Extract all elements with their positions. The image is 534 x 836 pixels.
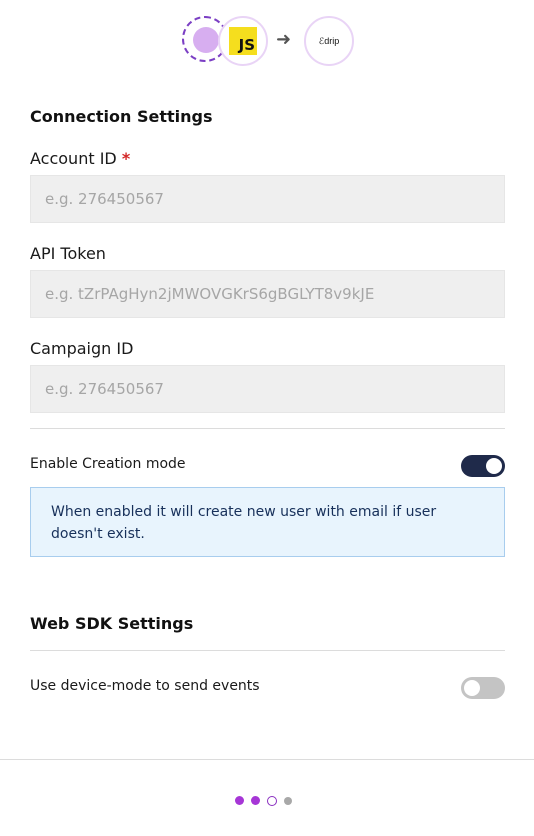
footer-divider xyxy=(0,759,534,760)
campaign-id-label: Campaign ID xyxy=(30,339,134,358)
step-indicator-3 xyxy=(267,796,277,806)
creation-mode-label: Enable Creation mode xyxy=(30,456,186,472)
creation-mode-toggle[interactable] xyxy=(461,455,505,477)
drip-logo-icon: ℰdrip xyxy=(304,16,354,66)
api-token-input[interactable] xyxy=(30,270,505,318)
info-text: When enabled it will create new user wit… xyxy=(51,504,437,542)
step-indicator-1 xyxy=(235,796,244,805)
connection-settings-title: Connection Settings xyxy=(30,107,213,126)
account-id-label: Account ID * xyxy=(30,149,130,168)
arrow-right-icon: ➜ xyxy=(276,29,292,50)
step-indicator-4 xyxy=(284,797,292,805)
step-indicator-2 xyxy=(251,796,260,805)
device-mode-toggle[interactable] xyxy=(461,677,505,699)
campaign-id-input[interactable] xyxy=(30,365,505,413)
account-id-label-text: Account ID xyxy=(30,149,117,168)
source-placeholder-dot xyxy=(193,27,219,53)
toggle-knob xyxy=(486,458,502,474)
required-marker: * xyxy=(121,149,131,168)
device-mode-label: Use device-mode to send events xyxy=(30,678,260,694)
account-id-input[interactable] xyxy=(30,175,505,223)
divider xyxy=(30,428,505,429)
divider xyxy=(30,650,505,651)
js-logo-icon: JS xyxy=(229,27,257,55)
toggle-knob xyxy=(464,680,480,696)
web-sdk-settings-title: Web SDK Settings xyxy=(30,614,194,633)
api-token-label: API Token xyxy=(30,244,106,263)
creation-mode-info-box: When enabled it will create new user wit… xyxy=(30,487,505,557)
